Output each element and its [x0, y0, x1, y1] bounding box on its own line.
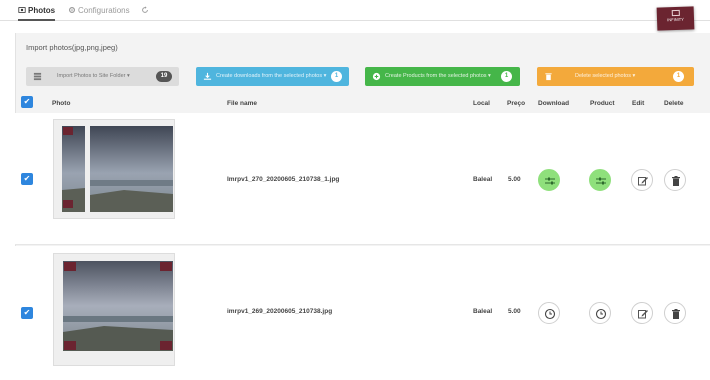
product-pending[interactable] [589, 302, 611, 324]
download-pending[interactable] [538, 302, 560, 324]
row-checkbox[interactable]: ✔ [21, 173, 33, 185]
delete-selected-button[interactable]: Delete selected photos ▾ 1 [537, 67, 694, 86]
photo-thumbnail[interactable] [53, 119, 175, 219]
photo-image [63, 261, 173, 351]
row-checkbox[interactable]: ✔ [21, 307, 33, 319]
logo-icon [671, 9, 680, 17]
column-header-download: Download [538, 100, 570, 107]
create-downloads-button[interactable]: Create downloads from the selected photo… [196, 67, 349, 86]
import-photos-count: 19 [156, 71, 172, 82]
tab-photos-label: Photos [28, 6, 56, 15]
column-header-photo: Photo [52, 100, 71, 107]
refresh-icon [142, 6, 148, 13]
edit-button[interactable] [631, 302, 653, 324]
brand-logo: INFINITY [656, 6, 695, 31]
delete-button[interactable] [664, 302, 686, 324]
column-header-local: Local [473, 100, 490, 107]
clock-icon [544, 308, 556, 320]
create-products-label: Create Products from the selected photos… [385, 73, 491, 79]
gear-icon [69, 7, 75, 13]
stack-icon [33, 72, 42, 81]
edit-icon [638, 310, 648, 319]
trash-icon [672, 176, 680, 186]
column-header-edit: Edit [632, 100, 645, 107]
price-value: 5.00 [508, 176, 521, 183]
tab-configurations-label: Configurations [78, 6, 130, 15]
edit-button[interactable] [631, 169, 653, 191]
delete-selected-count: 1 [673, 71, 684, 82]
download-toggle[interactable] [538, 169, 560, 191]
product-toggle[interactable] [589, 169, 611, 191]
price-value: 5.00 [508, 308, 521, 315]
sliders-icon [596, 177, 606, 185]
refresh-button[interactable] [141, 0, 151, 21]
download-icon [203, 72, 212, 80]
edit-icon [638, 177, 648, 186]
import-photos-label: Import Photos to Site Folder ▾ [57, 73, 130, 79]
create-downloads-label: Create downloads from the selected photo… [216, 73, 327, 79]
trash-icon [672, 309, 680, 319]
column-header-file-name: File name [227, 100, 257, 107]
column-header-delete: Delete [664, 100, 684, 107]
select-all-checkbox[interactable]: ✔ [21, 96, 33, 108]
create-products-button[interactable]: Create Products from the selected photos… [365, 67, 520, 86]
sliders-icon [545, 177, 555, 185]
create-downloads-count: 1 [331, 71, 342, 82]
photo-image [62, 126, 173, 212]
trash-icon [545, 73, 552, 81]
delete-button[interactable] [664, 169, 686, 191]
photos-icon [18, 7, 26, 13]
file-name: Imrpv1_270_20200605_210738_1.jpg [227, 176, 340, 183]
tab-bar: Photos Configurations [0, 0, 710, 21]
local-value: Baleal [473, 308, 493, 315]
column-header-product: Product [590, 100, 615, 107]
logo-text: INFINITY [667, 16, 684, 23]
local-value: Baleal [473, 176, 493, 183]
file-name: imrpv1_269_20200605_210738.jpg [227, 308, 333, 315]
tab-photos[interactable]: Photos [18, 0, 56, 21]
import-photos-button[interactable]: Import Photos to Site Folder ▾ 19 [26, 67, 179, 86]
photo-thumbnail[interactable] [53, 253, 175, 366]
delete-selected-label: Delete selected photos ▾ [575, 73, 636, 79]
tab-configurations[interactable]: Configurations [68, 0, 130, 21]
clock-icon [595, 308, 607, 320]
plus-circle-icon [372, 72, 381, 81]
import-title: Import photos(jpg,png,jpeg) [26, 43, 118, 52]
create-products-count: 1 [501, 71, 512, 82]
column-header-price: Preço [507, 100, 526, 107]
